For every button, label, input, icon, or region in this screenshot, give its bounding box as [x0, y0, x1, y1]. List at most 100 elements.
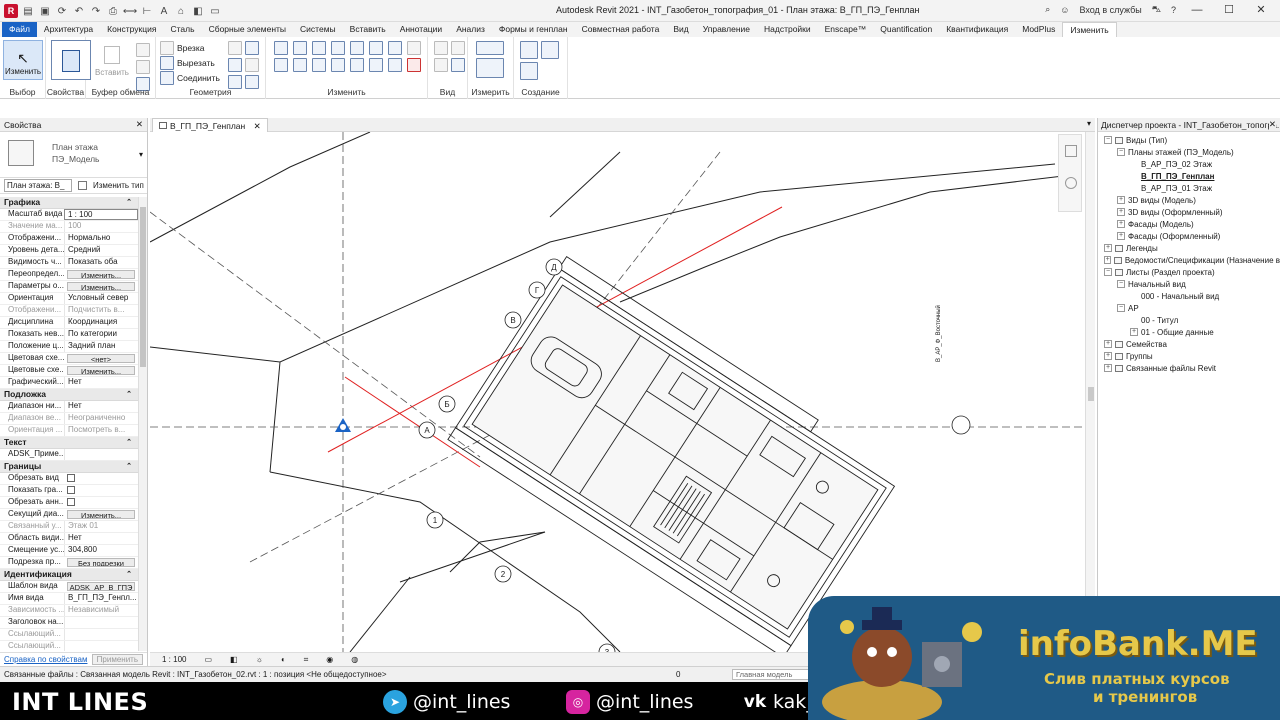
property-value[interactable]: [64, 617, 138, 628]
zoom-icon[interactable]: [1065, 177, 1077, 189]
revit-logo-icon[interactable]: R: [4, 4, 18, 18]
tree-node[interactable]: В_АР_ПЭ_02 Этаж: [1098, 158, 1280, 170]
crop-icon[interactable]: ⌗: [304, 655, 309, 665]
property-value[interactable]: Нет: [64, 533, 138, 544]
offset-icon[interactable]: [293, 41, 307, 55]
wall-joins-icon[interactable]: [228, 58, 242, 72]
maximize-icon[interactable]: ☐: [1218, 3, 1240, 16]
tree-node[interactable]: В_АР_ПЭ_01 Этаж: [1098, 182, 1280, 194]
close-icon[interactable]: ✕: [136, 119, 143, 130]
property-checkbox[interactable]: [67, 486, 75, 494]
tree-node[interactable]: − Виды (Тип): [1098, 134, 1280, 146]
expand-toggle-icon[interactable]: +: [1117, 208, 1125, 216]
create-assembly-icon[interactable]: [520, 41, 538, 59]
cut-icon[interactable]: [136, 43, 150, 57]
active-model-select[interactable]: Главная модель: [732, 669, 812, 680]
linework-icon[interactable]: [434, 58, 448, 72]
sun-path-icon[interactable]: ☼: [256, 655, 263, 664]
property-checkbox[interactable]: [67, 498, 75, 506]
panel-select-label[interactable]: Выбор: [0, 87, 45, 97]
delete-icon[interactable]: [407, 58, 421, 72]
expand-toggle-icon[interactable]: −: [1117, 148, 1125, 156]
tree-node[interactable]: + Связанные файлы Revit: [1098, 362, 1280, 374]
remove-paint-icon[interactable]: [245, 58, 259, 72]
tab-18[interactable]: Изменить: [1062, 22, 1117, 37]
property-value[interactable]: Задний план: [64, 341, 138, 352]
split-face-icon[interactable]: [228, 41, 242, 55]
expand-toggle-icon[interactable]: +: [1117, 232, 1125, 240]
edit-type-button[interactable]: Изменить тип: [93, 181, 144, 190]
property-edit-button[interactable]: Изменить...: [67, 510, 135, 519]
3d-view-icon[interactable]: ⌂: [174, 4, 188, 18]
property-value[interactable]: Координация: [64, 317, 138, 328]
tab-2[interactable]: Конструкция: [100, 22, 163, 37]
mirror-axis-icon[interactable]: [312, 41, 326, 55]
expand-toggle-icon[interactable]: +: [1130, 328, 1138, 336]
tree-node[interactable]: − Листы (Раздел проекта): [1098, 266, 1280, 278]
property-value[interactable]: Нормально: [64, 233, 138, 244]
close-icon[interactable]: ✕: [1250, 3, 1272, 16]
tab-17[interactable]: ModPlus: [1015, 22, 1062, 37]
navigation-bar[interactable]: [1058, 134, 1082, 212]
signin-link[interactable]: Вход в службы: [1079, 5, 1141, 15]
minimize-icon[interactable]: —: [1186, 4, 1208, 16]
save-icon[interactable]: ▣: [38, 4, 52, 18]
expand-toggle-icon[interactable]: −: [1104, 268, 1112, 276]
property-value[interactable]: Условный север: [64, 293, 138, 304]
detail-level-icon[interactable]: ▭: [204, 655, 212, 664]
view-scale[interactable]: 1 : 100: [162, 655, 186, 664]
tab-5[interactable]: Системы: [293, 22, 343, 37]
user-icon[interactable]: ☺: [1060, 5, 1069, 15]
tab-genplan-view[interactable]: В_ГП_ПЭ_Генплан ✕: [152, 118, 268, 132]
reveal-hidden-icon[interactable]: ◍: [351, 655, 358, 664]
search-icon[interactable]: ⌕: [1045, 4, 1050, 15]
hide-icon[interactable]: [451, 41, 465, 55]
expand-toggle-icon[interactable]: −: [1117, 304, 1125, 312]
close-icon[interactable]: ✕: [254, 121, 261, 131]
tree-node[interactable]: + Ведомости/Спецификации (Назначение в: [1098, 254, 1280, 266]
cart-icon[interactable]: ⛍: [1152, 4, 1161, 16]
create-parts-icon[interactable]: [541, 41, 559, 59]
create-group-icon[interactable]: [520, 62, 538, 80]
help-icon[interactable]: ?: [1171, 5, 1176, 15]
array-icon[interactable]: [350, 58, 364, 72]
dimension-icon[interactable]: ⊢: [140, 4, 154, 18]
tab-10[interactable]: Совместная работа: [575, 22, 667, 37]
expand-toggle-icon[interactable]: +: [1117, 220, 1125, 228]
hide-isolate-icon[interactable]: ◉: [326, 655, 333, 664]
property-edit-button[interactable]: Изменить...: [67, 366, 135, 375]
property-edit-button[interactable]: Изменить...: [67, 270, 135, 279]
chevron-down-icon[interactable]: ▾: [139, 150, 143, 159]
tree-node[interactable]: + Фасады (Оформленный): [1098, 230, 1280, 242]
split-icon[interactable]: [350, 41, 364, 55]
tab-14[interactable]: Enscape™: [818, 22, 874, 37]
shadows-icon[interactable]: ◐: [281, 655, 286, 664]
measure-icon[interactable]: ⟷: [123, 4, 137, 18]
expand-toggle-icon[interactable]: −: [1104, 136, 1112, 144]
move-icon[interactable]: [274, 58, 288, 72]
trim-extend-icon[interactable]: [331, 58, 345, 72]
unpin-icon[interactable]: [407, 41, 421, 55]
undo-icon[interactable]: ↶: [72, 4, 86, 18]
close-icon[interactable]: ✕: [1268, 119, 1276, 130]
tree-node[interactable]: + Семейства: [1098, 338, 1280, 350]
edit-type-icon[interactable]: [78, 181, 87, 190]
visual-style-icon[interactable]: ◧: [230, 655, 238, 664]
property-value[interactable]: В_ГП_ПЭ_Генпл...: [64, 593, 138, 604]
tab-4[interactable]: Сборные элементы: [202, 22, 293, 37]
tab-11[interactable]: Вид: [666, 22, 695, 37]
tab-13[interactable]: Надстройки: [757, 22, 818, 37]
pin-icon[interactable]: [388, 58, 402, 72]
tab-overflow-icon[interactable]: ▾: [1087, 119, 1091, 128]
collapse-icon[interactable]: ⌃: [126, 462, 132, 470]
property-value[interactable]: Нет: [64, 401, 138, 412]
aligned-dimension-icon[interactable]: [476, 58, 504, 78]
tree-node[interactable]: + Фасады (Модель): [1098, 218, 1280, 230]
property-value[interactable]: Показать оба: [64, 257, 138, 268]
property-value[interactable]: По категории: [64, 329, 138, 340]
tab-6[interactable]: Вставить: [343, 22, 393, 37]
open-icon[interactable]: ▤: [21, 4, 35, 18]
tab-12[interactable]: Управление: [696, 22, 757, 37]
switch-windows-icon[interactable]: ▭: [208, 4, 222, 18]
expand-toggle-icon[interactable]: +: [1104, 352, 1112, 360]
